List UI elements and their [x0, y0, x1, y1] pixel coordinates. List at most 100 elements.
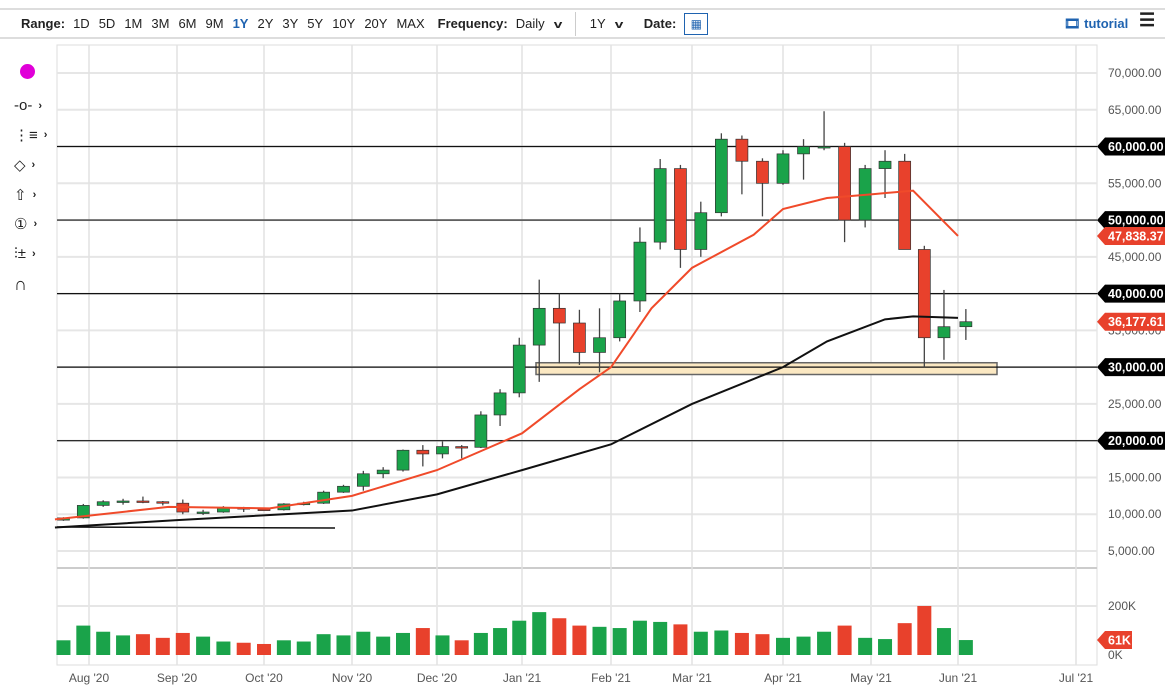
- ma200-line: [54, 315, 959, 529]
- y-tick-label: 25,000.00: [1108, 397, 1162, 411]
- volume-bar: [693, 631, 708, 655]
- volume-bar: [454, 640, 469, 655]
- candle: [436, 446, 449, 455]
- candle: [613, 300, 627, 339]
- x-tick-label: Aug '20: [69, 671, 110, 685]
- y-tick-label: 55,000.00: [1108, 176, 1162, 190]
- y-tick-label: 70,000.00: [1108, 66, 1162, 80]
- x-tick-label: Jun '21: [939, 671, 978, 685]
- candle: [633, 241, 647, 302]
- volume-tick-label: 200K: [1108, 599, 1136, 613]
- volume-bar: [493, 628, 508, 655]
- candle: [898, 160, 912, 250]
- candle: [136, 500, 150, 503]
- x-tick-label: Mar '21: [672, 671, 712, 685]
- candle: [878, 160, 892, 169]
- candle: [735, 138, 749, 162]
- volume-bar: [175, 632, 190, 655]
- candle: [512, 344, 526, 394]
- volume-bar: [257, 643, 271, 655]
- volume-bar: [336, 635, 351, 655]
- level-price-tag: 50,000.00: [1108, 214, 1164, 228]
- volume-bar: [936, 628, 951, 655]
- plot-frame: [56, 44, 1098, 666]
- volume-bar: [76, 625, 91, 655]
- x-tick-label: Dec '20: [417, 671, 458, 685]
- trend-line: [56, 526, 336, 529]
- x-tick-label: Jul '21: [1059, 671, 1094, 685]
- volume-bar: [376, 636, 391, 655]
- volume-bar: [755, 634, 770, 655]
- candle: [756, 160, 769, 184]
- candle: [573, 322, 586, 353]
- candle: [797, 146, 810, 155]
- volume-bar: [196, 636, 211, 655]
- volume-bar: [532, 612, 547, 655]
- level-price-tag: 30,000.00: [1108, 361, 1164, 375]
- volume-bar: [592, 626, 607, 655]
- last-price-tag: 36,177.61: [1108, 315, 1164, 329]
- volume-bar: [155, 637, 170, 655]
- volume-bar: [415, 628, 430, 655]
- volume-bar: [96, 631, 111, 655]
- volume-bar: [512, 620, 527, 655]
- volume-bar: [612, 628, 627, 655]
- candle: [937, 326, 951, 339]
- volume-bar: [632, 620, 647, 655]
- volume-bar: [714, 630, 729, 655]
- candle: [396, 449, 410, 471]
- volume-bar: [316, 634, 331, 655]
- volume-bar: [216, 641, 231, 655]
- candle: [356, 473, 370, 487]
- volume-bar: [135, 634, 150, 655]
- candle: [196, 511, 210, 514]
- y-tick-label: 65,000.00: [1108, 103, 1162, 117]
- candle: [817, 146, 831, 149]
- volume-tick-label: 0K: [1108, 648, 1123, 662]
- candle: [96, 501, 110, 506]
- candle: [715, 138, 728, 214]
- x-tick-label: Jan '21: [503, 671, 542, 685]
- ma50-price-tag: 47,838.37: [1108, 229, 1164, 243]
- y-tick-label: 15,000.00: [1108, 470, 1162, 484]
- volume-bar: [296, 641, 311, 655]
- volume-bar: [396, 632, 410, 655]
- x-tick-label: Nov '20: [332, 671, 373, 685]
- candle: [917, 249, 931, 339]
- volume-bar: [878, 639, 893, 655]
- volume-bar: [897, 623, 912, 655]
- candle: [376, 469, 390, 475]
- volume-bar: [236, 642, 251, 655]
- volume-bar: [837, 625, 852, 655]
- x-tick-label: Oct '20: [245, 671, 283, 685]
- volume-bar: [734, 632, 749, 655]
- level-price-tag: 40,000.00: [1108, 287, 1164, 301]
- candle: [337, 485, 350, 493]
- volume-bar: [817, 631, 832, 655]
- level-price-tag: 60,000.00: [1108, 140, 1164, 154]
- volume-bar: [958, 640, 973, 655]
- volume-bar: [796, 636, 811, 655]
- volume-bar: [56, 640, 71, 655]
- candle: [776, 153, 790, 184]
- candle: [493, 392, 507, 416]
- price-chart[interactable]: 5,000.0010,000.0015,000.0025,000.0035,00…: [0, 0, 1173, 691]
- last-volume-tag: 61K: [1108, 634, 1131, 648]
- x-tick-label: Feb '21: [591, 671, 631, 685]
- volume-bar: [356, 631, 371, 655]
- candle: [116, 500, 130, 503]
- level-price-tag: 20,000.00: [1108, 434, 1164, 448]
- candle: [838, 146, 851, 221]
- volume-bar: [572, 625, 587, 655]
- candle: [959, 321, 973, 328]
- volume-bar: [552, 618, 567, 655]
- y-tick-label: 10,000.00: [1108, 507, 1162, 521]
- candle: [674, 168, 687, 250]
- volume-bar: [653, 621, 668, 655]
- x-tick-label: Sep '20: [157, 671, 198, 685]
- candle: [455, 446, 469, 449]
- candle: [694, 212, 708, 250]
- volume-bar: [473, 632, 488, 655]
- candle: [552, 307, 566, 324]
- volume-bar: [673, 624, 688, 655]
